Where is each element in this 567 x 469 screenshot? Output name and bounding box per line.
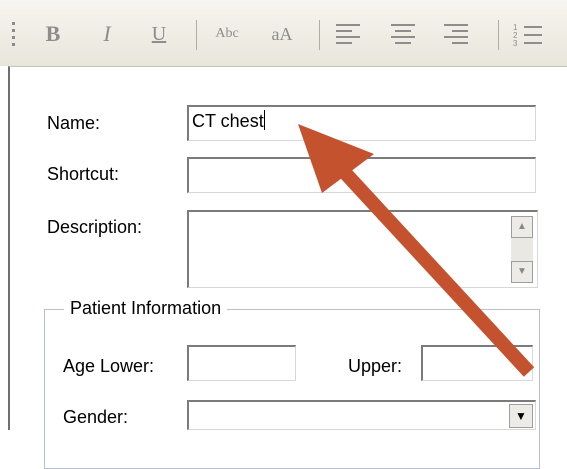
- toolbar-separator: [498, 20, 499, 50]
- age-upper-input[interactable]: [421, 345, 533, 381]
- scroll-up-icon[interactable]: ▲: [511, 216, 533, 238]
- align-center-icon[interactable]: [391, 24, 417, 46]
- age-lower-input[interactable]: [187, 345, 296, 381]
- name-label: Name:: [47, 113, 101, 133]
- align-right-icon[interactable]: [444, 24, 470, 46]
- description-scrollbar[interactable]: ▲ ▼: [511, 216, 533, 283]
- description-label: Description:: [47, 217, 143, 237]
- change-case-button[interactable]: aA: [262, 16, 302, 52]
- age-lower-label: Age Lower:: [63, 356, 155, 376]
- numbered-list-icon[interactable]: 123: [513, 24, 543, 48]
- toolbar-separator: [319, 20, 320, 50]
- template-editor-panel: Name: CT chest Shortcut: Description: ▲ …: [8, 66, 567, 469]
- formatting-toolbar: B I U Abc aA 123: [0, 0, 567, 66]
- toolbar-grip-handle[interactable]: [12, 22, 16, 52]
- chevron-down-icon[interactable]: ▼: [509, 404, 533, 428]
- name-input-value: CT chest: [192, 111, 264, 131]
- italic-button[interactable]: I: [94, 16, 120, 52]
- align-left-icon[interactable]: [336, 24, 362, 46]
- gender-select[interactable]: ▼: [187, 400, 536, 430]
- description-textarea[interactable]: ▲ ▼: [187, 210, 538, 288]
- gender-label: Gender:: [63, 407, 129, 427]
- scroll-down-icon[interactable]: ▼: [511, 261, 533, 283]
- shortcut-input[interactable]: [187, 157, 536, 193]
- strikethrough-button[interactable]: Abc: [207, 16, 247, 52]
- age-upper-label: Upper:: [348, 356, 403, 376]
- name-input[interactable]: CT chest: [187, 105, 536, 141]
- patient-information-legend: Patient Information: [64, 298, 228, 319]
- patient-information-group: [44, 309, 540, 469]
- toolbar-separator: [196, 20, 197, 50]
- text-caret: [263, 110, 265, 130]
- underline-button[interactable]: U: [146, 16, 172, 52]
- bold-button[interactable]: B: [40, 16, 66, 52]
- shortcut-label: Shortcut:: [47, 164, 120, 184]
